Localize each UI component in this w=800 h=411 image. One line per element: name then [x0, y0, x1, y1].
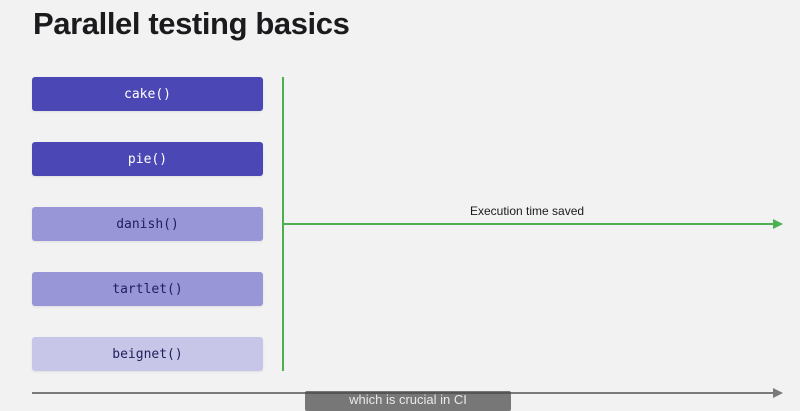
test-list: cake() pie() danish() tartlet() beignet(… — [32, 77, 263, 402]
test-item-danish: danish() — [32, 207, 263, 241]
test-item-pie: pie() — [32, 142, 263, 176]
time-saved-arrowhead — [773, 219, 783, 229]
execution-time-saved-label: Execution time saved — [470, 204, 585, 218]
time-axis-arrowhead — [773, 388, 783, 398]
slide-title: Parallel testing basics — [33, 6, 350, 41]
test-item-beignet: beignet() — [32, 337, 263, 371]
test-item-cake: cake() — [32, 77, 263, 111]
video-caption: which is crucial in CI — [305, 391, 511, 411]
test-item-tartlet: tartlet() — [32, 272, 263, 306]
